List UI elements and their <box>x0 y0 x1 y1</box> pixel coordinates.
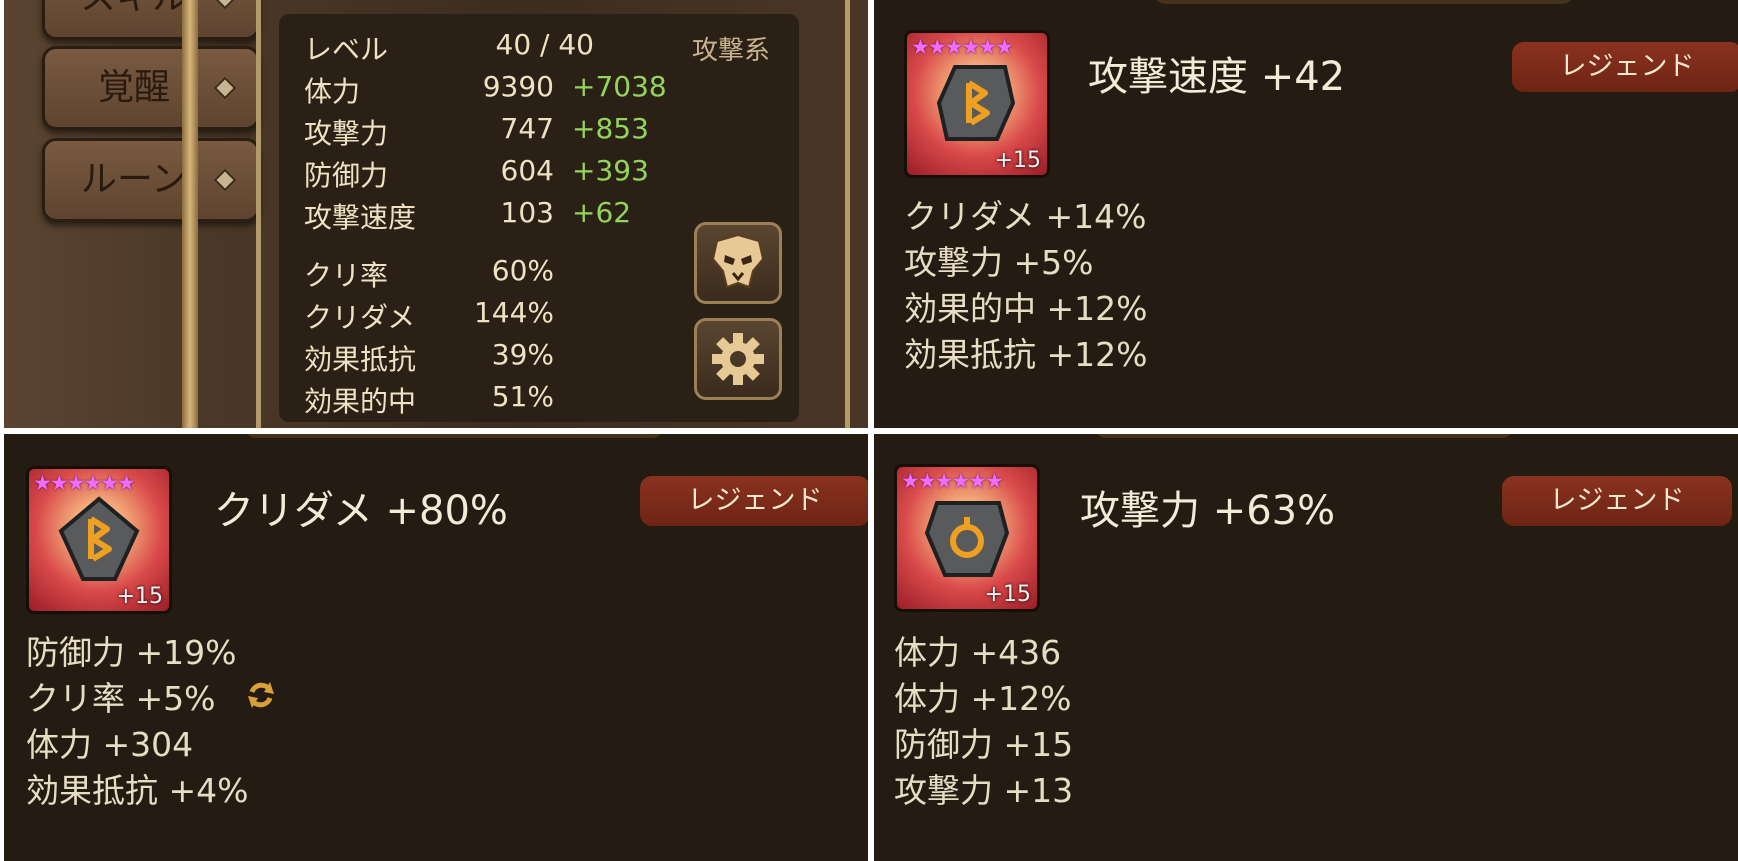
skill-tab-button[interactable]: スキル <box>42 0 260 40</box>
rune-substat: 防御力 +15 <box>894 725 1074 764</box>
diamond-icon <box>213 76 237 100</box>
rune-tab-button[interactable]: ルーン <box>42 138 260 222</box>
header-remnant <box>244 434 664 438</box>
stat-value: 747 <box>500 112 554 145</box>
rune-level: +15 <box>116 584 163 609</box>
rune-grade-badge: レジェンド <box>1512 42 1738 92</box>
stat-value: 144% <box>473 296 554 329</box>
monster-mask-icon <box>711 233 765 289</box>
rune-main-stat: 攻撃力 +63% <box>1080 488 1336 534</box>
rune-level: +15 <box>994 148 1041 173</box>
refresh-icon <box>248 682 274 708</box>
rune-grade-badge: レジェンド <box>640 476 868 526</box>
rune-detail-panel: ★★★★★★ +15 攻撃力 +63% レジェンド 体力 +436 体力 +12… <box>874 434 1738 861</box>
rune-substat: 効果抵抗 +12% <box>904 335 1148 374</box>
rune-icon: ★★★★★★ +15 <box>894 464 1040 612</box>
rune-substat: 攻撃力 +5% <box>904 243 1094 282</box>
header-remnant <box>1154 0 1574 4</box>
monster-stats-panel: スキル 覚醒 ルーン レベル 40 / 40 体力 9390 +7038 攻撃力… <box>4 0 868 428</box>
rune-substat: クリ率 +5% <box>26 679 216 718</box>
rune-stars: ★★★★★★ <box>911 35 1014 59</box>
awaken-tab-button[interactable]: 覚醒 <box>42 46 260 130</box>
stat-label: レベル <box>304 33 389 66</box>
rune-substat: 効果的中 +12% <box>904 289 1148 328</box>
stat-bonus: +853 <box>572 112 649 145</box>
monster-type-label: 攻撃系 <box>692 36 771 66</box>
rune-blade-icon <box>58 496 140 581</box>
rune-icon: ★★★★★★ +15 <box>904 30 1050 178</box>
settings-button[interactable] <box>694 318 782 400</box>
stat-value: 39% <box>491 338 554 371</box>
rune-detail-panel: ★★★★★★ +15 攻撃速度 +42 レジェンド クリダメ +14% 攻撃力 … <box>874 0 1738 428</box>
monster-skin-button[interactable] <box>694 222 782 304</box>
stat-value: 9390 <box>482 70 554 103</box>
rune-substat: クリダメ +14% <box>904 197 1147 236</box>
stat-value: 40 / 40 <box>495 28 595 61</box>
rune-tab-label: ルーン <box>80 159 188 200</box>
rune-substat: 攻撃力 +13 <box>894 771 1074 810</box>
rune-main-stat: クリダメ +80% <box>214 488 508 534</box>
stat-bonus: +62 <box>572 196 632 229</box>
rune-substat: 体力 +12% <box>894 679 1072 718</box>
gear-icon <box>712 333 764 385</box>
rune-icon: ★★★★★★ +15 <box>26 466 172 614</box>
stat-value: 604 <box>500 154 554 187</box>
rune-focus-icon <box>924 501 1010 577</box>
stat-value: 60% <box>491 254 554 287</box>
stat-bonus: +7038 <box>572 70 667 103</box>
rune-substat: 体力 +436 <box>894 633 1062 672</box>
rune-stars: ★★★★★★ <box>33 471 136 495</box>
rune-level: +15 <box>984 582 1031 607</box>
stat-bonus: +393 <box>572 154 649 187</box>
rune-substat: 効果抵抗 +4% <box>26 771 249 810</box>
skill-tab-label: スキル <box>80 0 222 37</box>
frame-pole <box>182 0 198 428</box>
rune-main-stat: 攻撃速度 +42 <box>1088 54 1346 100</box>
stat-value: 51% <box>491 380 554 413</box>
stat-value: 103 <box>500 196 554 229</box>
rune-substat: 防御力 +19% <box>26 633 237 672</box>
rune-grade-badge: レジェンド <box>1502 476 1732 526</box>
rune-blade-icon <box>936 65 1016 141</box>
rune-stars: ★★★★★★ <box>901 469 1004 493</box>
header-remnant <box>1094 434 1514 438</box>
rune-detail-panel: ★★★★★★ +15 クリダメ +80% レジェンド 防御力 +19% クリ率 … <box>4 434 868 861</box>
rune-substat: 体力 +304 <box>26 725 194 764</box>
